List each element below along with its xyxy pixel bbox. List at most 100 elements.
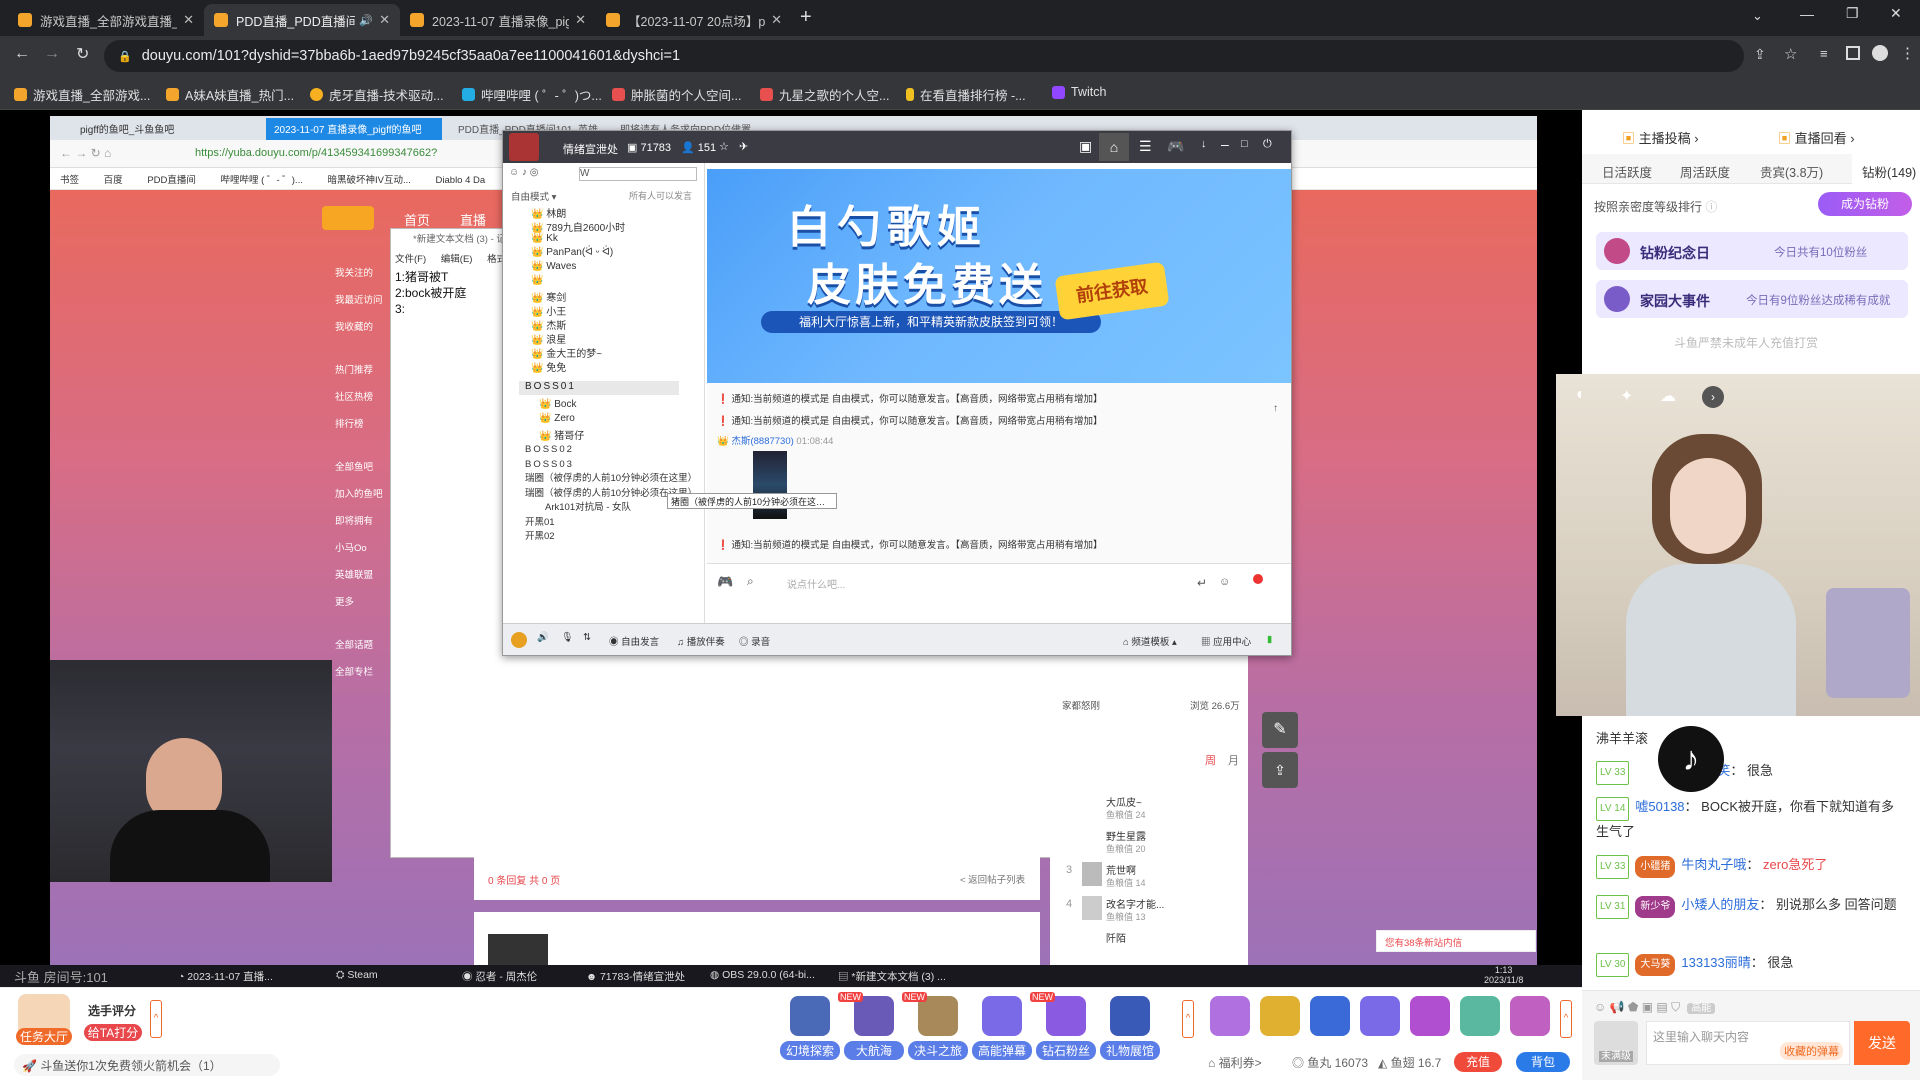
gamepad-icon[interactable]: 🎮 [1167,138,1184,155]
nav-live[interactable]: 直播 [460,210,486,229]
send-button[interactable]: 发送 [1854,1021,1910,1065]
menu-dots-icon[interactable]: ⋮ [1900,44,1915,62]
home-icon[interactable]: ⌂ [1099,133,1129,161]
free-rocket-promo[interactable]: 🚀 斗鱼送你1次免费领火箭机会（1） [14,1054,280,1076]
channel-template-button[interactable]: ⌂ 频道模板 ▴ [1123,634,1177,648]
member-item[interactable]: 👑 Waves [531,261,576,272]
music-icon[interactable]: ♪ [522,167,527,178]
record-button[interactable]: ◎ 录音 [739,634,770,648]
share-icon[interactable]: ⇪ [1754,46,1766,63]
nav-home[interactable]: 首页 [404,210,430,229]
member-item[interactable]: 👑 [531,275,543,286]
chevron-up-icon[interactable]: ^ [1182,1000,1194,1038]
tab-diamond-fans[interactable]: 钻粉(149) [1852,154,1920,184]
recharge-button[interactable]: 充值 [1454,1052,1502,1072]
gift-item-icon[interactable] [1210,996,1250,1036]
new-tab-icon[interactable]: + [800,6,812,29]
send-icon[interactable]: ↵ [1197,576,1207,590]
play-accompaniment-button[interactable]: ♫ 播放伴奏 [677,634,725,648]
member-item[interactable]: 👑 789九自2600小时 [531,219,625,234]
close-tab-icon[interactable]: ✕ [575,12,586,28]
tab-daily[interactable]: 日活跃度 [1602,162,1652,181]
chevron-up-icon[interactable]: ^ [150,1000,162,1038]
edit-icon[interactable]: ✎ [1262,712,1298,748]
banner-cta-button[interactable]: 前往获取 [1054,261,1170,321]
bookmark-item[interactable]: 肿胀菌的个人空间... [612,85,741,104]
sidebar-item[interactable]: 热门推荐 [335,357,393,384]
list-icon[interactable]: ☰ [1139,138,1152,155]
member-item[interactable]: 👑 猪哥仔 [539,427,584,442]
sidebar-item[interactable]: 排行榜 [335,411,393,438]
equalizer-icon[interactable]: ⇅ [583,632,591,643]
tab-search-icon[interactable]: ⌄ [1752,8,1763,24]
saved-barrage-button[interactable]: 收藏的弹幕 [1780,1042,1843,1060]
channel-item[interactable]: BOSS02 [525,443,701,458]
chat-username[interactable]: 嘘50138 [1635,799,1684,814]
magic-icon[interactable]: ✦ [1620,386,1644,410]
member-item[interactable]: 👑 寒剑 [531,289,566,304]
minimize-icon[interactable]: — [1800,6,1814,22]
member-item[interactable]: 👑 金大王的梦~ [531,345,602,360]
channel-item[interactable]: 开黑02 [525,530,701,545]
cloud-icon[interactable]: ☁ [1660,386,1684,410]
close-tab-icon[interactable]: ✕ [183,12,194,28]
bookmark-item[interactable]: 游戏直播_全部游戏... [14,85,150,104]
gift-rocket-icon[interactable] [1310,996,1350,1036]
gift-barrage-icon[interactable] [982,996,1022,1036]
channel-boss01[interactable]: BOSS01 [519,381,679,395]
sidebar-item[interactable]: 全部话题 [335,632,393,659]
reload-icon[interactable]: ↻ [76,44,89,64]
hot-item[interactable]: 3 荒世啊 鱼粮值 14 [1062,862,1242,896]
gamepad-icon[interactable]: 🎮 [717,574,733,590]
power-icon[interactable]: ⏻ [1263,138,1272,151]
sidebar-item[interactable]: 英雄联盟 [335,562,393,589]
member-item[interactable]: 👑 浪星 [531,331,566,346]
close-window-icon[interactable]: ✕ [1890,5,1902,22]
member-item[interactable]: 👑 Zero [539,413,575,424]
become-fan-button[interactable]: 成为钻粉 [1818,192,1912,216]
minimize-icon[interactable]: – [1221,136,1229,152]
bookmark-item[interactable]: A妹A妹直播_热门... [166,85,294,104]
plane-icon[interactable]: ✈ [739,140,748,153]
channel-item[interactable]: BOSS03 [525,458,701,473]
record-icon[interactable] [1253,574,1263,584]
gift-item-icon[interactable] [1360,996,1400,1036]
gift-diamond-icon[interactable] [1046,996,1086,1036]
member-search-input[interactable]: W [579,167,697,181]
browser-tab[interactable]: 【2023-11-07 20点场】pigff: ✕ [596,4,792,36]
sidebar-item[interactable]: 我最近访问 [335,287,393,314]
notepad-text[interactable]: 1:猪哥被T 2:bock被开庭 3: [395,269,466,317]
new-message-notice[interactable]: 您有38条新站内信 [1376,930,1536,952]
replay-link[interactable]: ▣ 直播回看 › [1778,128,1855,147]
address-bar[interactable]: 🔒 douyu.com/101?dyshid=37bba6b-1aed97b92… [104,40,1744,72]
bookmark-item[interactable]: Twitch [1052,85,1106,99]
free-speech-button[interactable]: ◉ 自由发言 [609,634,659,648]
gift-duel-icon[interactable] [918,996,958,1036]
shield-icon[interactable]: ⛉ [1671,1000,1680,1014]
hot-item[interactable]: 阡陌 [1062,930,1242,950]
share-icon[interactable]: ⇪ [1262,752,1298,788]
anniversary-card[interactable]: 钻粉纪念日 今日共有10位粉丝 [1596,232,1908,270]
channel-item[interactable]: 瑞圈（被俘虏的人前10分钟必须在这里） [525,472,701,487]
member-item[interactable]: 👑 Bock [539,399,576,410]
gift-gallery-icon[interactable] [1110,996,1150,1036]
close-tab-icon[interactable]: ✕ [379,12,390,28]
reading-list-icon[interactable]: ≡ [1820,46,1828,61]
speaker-icon[interactable]: 🔊 [359,14,373,27]
sidebar-item[interactable]: 加入的鱼吧 [335,481,393,508]
reply-editor[interactable] [474,912,1040,972]
task-hall-button[interactable]: 任务大厅 [16,1028,72,1045]
speaker-icon[interactable]: 🔊 [537,632,549,643]
gift-island-icon[interactable] [1460,996,1500,1036]
bookmark-item[interactable]: 在看直播排行榜 -... [906,85,1026,104]
profile-icon[interactable] [1872,45,1888,61]
tab-month[interactable]: 月 [1228,752,1239,768]
chat-username[interactable]: 牛肉丸子哦 [1681,857,1746,872]
hd-barrage-button[interactable]: 高能 [1687,1003,1716,1014]
browser-tab-active[interactable]: PDD直播_PDD直播间101_ 🔊 ✕ [204,4,400,36]
rate-button[interactable]: 给TA打分 [84,1024,142,1041]
emoji-icon[interactable]: ☺ [1219,576,1230,588]
hot-item[interactable]: 野生星露 鱼粮值 20 [1062,828,1242,862]
bookmark-item[interactable]: 九星之歌的个人空... [760,85,889,104]
member-item[interactable]: 👑 免免 [531,359,566,374]
